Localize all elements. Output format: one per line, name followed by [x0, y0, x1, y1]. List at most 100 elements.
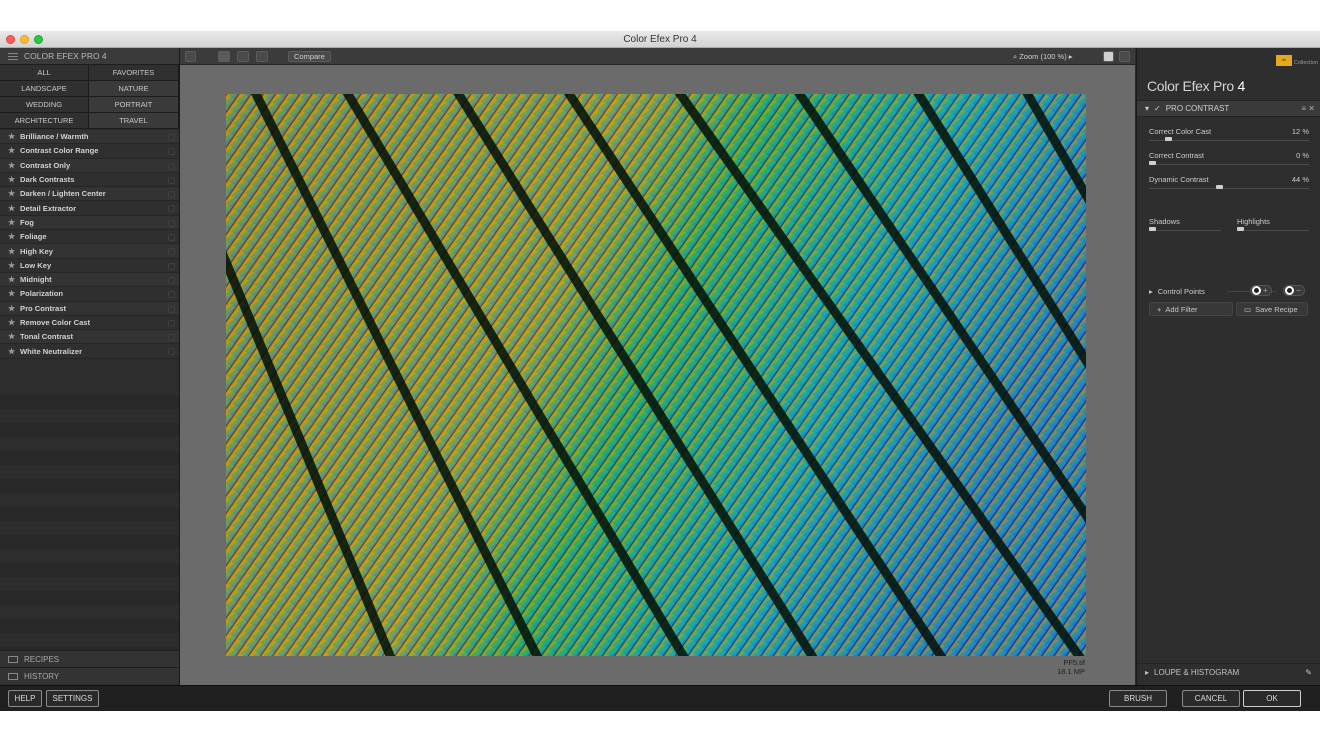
- slider-highlights[interactable]: Highlights: [1237, 217, 1309, 237]
- slider-thumb[interactable]: [1165, 137, 1173, 141]
- slider-thumb[interactable]: [1237, 227, 1244, 231]
- filter-item[interactable]: ★ White Neutralizer: [0, 344, 179, 359]
- slider-track[interactable]: [1237, 230, 1309, 231]
- filter-item[interactable]: ★ Contrast Only: [0, 158, 179, 173]
- favorite-star-icon[interactable]: ★: [8, 347, 15, 356]
- favorite-star-icon[interactable]: ★: [8, 189, 15, 198]
- left-panel-header[interactable]: COLOR EFEX PRO 4: [0, 48, 179, 65]
- nik-logo-mark: nik: [1275, 55, 1292, 66]
- save-recipe-label: Save Recipe: [1255, 304, 1298, 314]
- filter-options-icon[interactable]: ≡: [1301, 104, 1306, 113]
- menu-icon: [8, 52, 18, 60]
- brand-title: Color Efex Pro 4: [1147, 78, 1245, 94]
- preview-toolbar: Compare ⌕ Zoom (100 %) ▸: [180, 48, 1135, 65]
- slider-track[interactable]: [1149, 164, 1309, 165]
- collapse-arrow-icon[interactable]: ▾: [1145, 104, 1149, 113]
- remove-filter-icon[interactable]: ✕: [1308, 104, 1315, 113]
- ok-button[interactable]: OK: [1243, 690, 1301, 707]
- filter-item-label: Low Key: [20, 260, 52, 270]
- filter-item[interactable]: ★ Midnight: [0, 272, 179, 288]
- category-architecture[interactable]: ARCHITECTURE: [0, 113, 89, 129]
- filter-state-icon: [168, 134, 175, 141]
- filter-item[interactable]: ★ Remove Color Cast: [0, 315, 179, 331]
- slider-track[interactable]: [1149, 140, 1309, 141]
- favorite-star-icon[interactable]: ★: [8, 261, 15, 270]
- help-button[interactable]: HELP: [8, 690, 42, 707]
- panel-toggle-icon[interactable]: [1119, 51, 1130, 62]
- filter-item[interactable]: ★ Contrast Color Range: [0, 144, 179, 159]
- compare-button[interactable]: Compare: [288, 51, 331, 62]
- expand-arrow-icon[interactable]: ▸: [1145, 668, 1149, 677]
- filter-header-actions[interactable]: ≡ ✕: [1301, 104, 1315, 113]
- favorite-star-icon[interactable]: ★: [8, 218, 15, 227]
- filter-item[interactable]: ★ Darken / Lighten Center: [0, 187, 179, 202]
- slider-thumb[interactable]: [1216, 185, 1224, 189]
- filter-item[interactable]: ★ Foliage: [0, 230, 179, 245]
- filter-item[interactable]: ★ Detail Extractor: [0, 201, 179, 216]
- filter-list-empty-area: [0, 381, 179, 661]
- recipes-tab[interactable]: RECIPES: [0, 650, 179, 667]
- favorite-star-icon[interactable]: ★: [8, 232, 15, 241]
- favorite-star-icon[interactable]: ★: [8, 175, 15, 184]
- remove-control-point-button[interactable]: −: [1283, 285, 1305, 296]
- side-by-side-view-icon[interactable]: [256, 51, 268, 62]
- favorite-star-icon[interactable]: ★: [8, 146, 15, 155]
- slider-thumb[interactable]: [1149, 227, 1156, 231]
- favorite-star-icon[interactable]: ★: [8, 204, 15, 213]
- history-tab[interactable]: HISTORY: [0, 667, 179, 684]
- filter-item-label: Remove Color Cast: [20, 318, 91, 327]
- filter-item[interactable]: ★ Fog: [0, 215, 179, 231]
- category-favorites[interactable]: FAVORITES: [89, 65, 179, 81]
- single-view-icon[interactable]: [218, 51, 230, 62]
- loupe-histogram-section[interactable]: ▸ LOUPE & HISTOGRAM ✎: [1137, 663, 1320, 681]
- zoom-control[interactable]: ⌕ Zoom (100 %) ▸: [1013, 51, 1073, 62]
- preview-image[interactable]: [226, 94, 1086, 656]
- filter-item[interactable]: ★ High Key: [0, 244, 179, 259]
- add-control-point-button[interactable]: +: [1250, 285, 1272, 296]
- filter-item[interactable]: ★ Polarization: [0, 287, 179, 302]
- filter-enabled-checkbox[interactable]: ✓: [1154, 104, 1161, 113]
- cancel-button[interactable]: CANCEL: [1182, 690, 1240, 707]
- zoom-dropdown-icon[interactable]: ▸: [1069, 52, 1073, 61]
- slider-thumb[interactable]: [1149, 161, 1156, 165]
- category-wedding[interactable]: WEDDING: [0, 97, 89, 113]
- favorite-star-icon[interactable]: ★: [8, 132, 15, 141]
- slider-dynamic-contrast[interactable]: Dynamic Contrast 44 %: [1149, 175, 1309, 195]
- filter-item[interactable]: ★ Brilliance / Warmth: [0, 130, 179, 145]
- settings-button[interactable]: SETTINGS: [46, 690, 99, 707]
- slider-shadows[interactable]: Shadows: [1149, 217, 1221, 237]
- add-filter-button[interactable]: + Add Filter: [1149, 302, 1233, 316]
- slider-correct-contrast[interactable]: Correct Contrast 0 %: [1149, 151, 1309, 171]
- pin-icon[interactable]: ✎: [1305, 668, 1312, 677]
- active-filter-header[interactable]: ▾ ✓ PRO CONTRAST ≡ ✕: [1137, 100, 1320, 117]
- filter-item[interactable]: ★ Tonal Contrast: [0, 330, 179, 345]
- bottom-bar: HELP SETTINGS BRUSH CANCEL OK: [0, 685, 1320, 711]
- split-view-icon[interactable]: [237, 51, 249, 62]
- brush-button[interactable]: BRUSH: [1109, 690, 1167, 707]
- filter-item[interactable]: ★ Pro Contrast: [0, 301, 179, 316]
- favorite-star-icon[interactable]: ★: [8, 247, 15, 256]
- slider-track[interactable]: [1149, 188, 1309, 189]
- favorite-star-icon[interactable]: ★: [8, 318, 15, 327]
- favorite-star-icon[interactable]: ★: [8, 275, 15, 284]
- category-travel[interactable]: TRAVEL: [89, 113, 179, 129]
- category-all[interactable]: ALL: [0, 65, 89, 81]
- background-light-icon[interactable]: [1103, 51, 1114, 62]
- filter-item-label: Tonal Contrast: [20, 332, 74, 342]
- slider-correct-color-cast[interactable]: Correct Color Cast 12 %: [1149, 127, 1309, 147]
- save-recipe-button[interactable]: ▭ Save Recipe: [1236, 302, 1308, 316]
- toggle-panel-icon[interactable]: [185, 51, 196, 62]
- control-points-row[interactable]: ▸ Control Points + −: [1137, 284, 1320, 298]
- category-nature[interactable]: NATURE: [89, 81, 179, 97]
- filter-item[interactable]: ★ Low Key: [0, 258, 179, 273]
- favorite-star-icon[interactable]: ★: [8, 289, 15, 298]
- category-landscape[interactable]: LANDSCAPE: [0, 81, 89, 97]
- slider-track[interactable]: [1149, 230, 1221, 231]
- filter-item[interactable]: ★ Dark Contrasts: [0, 172, 179, 188]
- expand-arrow-icon[interactable]: ▸: [1149, 287, 1153, 296]
- category-portrait[interactable]: PORTRAIT: [89, 97, 179, 113]
- filter-state-icon: [168, 305, 175, 313]
- favorite-star-icon[interactable]: ★: [8, 332, 15, 341]
- favorite-star-icon[interactable]: ★: [8, 304, 15, 313]
- favorite-star-icon[interactable]: ★: [8, 161, 15, 170]
